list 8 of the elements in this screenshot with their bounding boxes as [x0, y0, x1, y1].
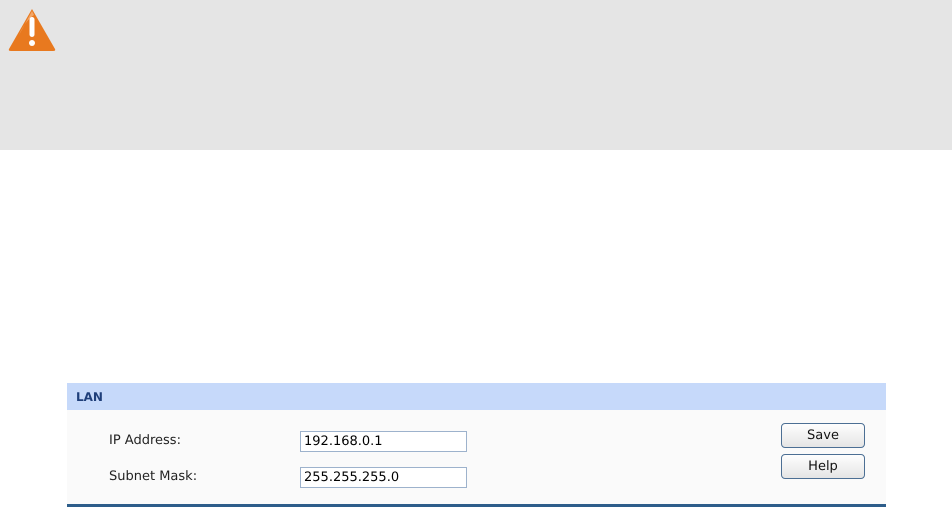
action-button[interactable]: Help [781, 454, 865, 479]
action-button[interactable]: Save [781, 423, 865, 448]
section-title: LAN [76, 388, 103, 406]
input-field[interactable]: 192.168.0.1 [300, 430, 467, 452]
field-label: Subnet Mask: [109, 468, 198, 486]
field-label: IP Address: [109, 432, 182, 450]
input-field[interactable]: 255.255.255.0 [300, 466, 467, 488]
warning-icon [7, 7, 57, 51]
